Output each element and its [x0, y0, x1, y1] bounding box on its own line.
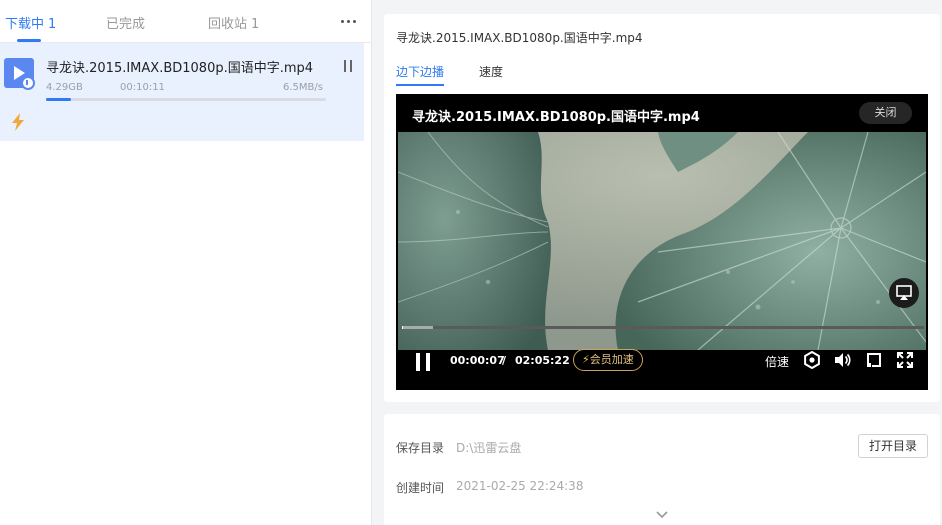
video-frame[interactable]	[398, 132, 926, 350]
cast-screen-button[interactable]	[889, 278, 919, 308]
created-time-label: 创建时间	[396, 481, 445, 495]
playback-card: 寻龙诀.2015.IMAX.BD1080p.国语中字.mp4 边下边播 速度 寻…	[384, 14, 940, 402]
vip-accelerate-button[interactable]: ⚡会员加速	[573, 349, 643, 371]
settings-icon[interactable]	[803, 351, 821, 369]
pause-download-button[interactable]	[343, 60, 355, 74]
tab-count: 1	[251, 17, 260, 32]
close-player-button[interactable]: 关闭	[859, 102, 912, 124]
download-progress-bar	[46, 98, 326, 101]
seek-buffered	[402, 326, 434, 329]
lightning-icon: ⚡	[582, 353, 590, 366]
volume-icon[interactable]	[833, 351, 851, 369]
tab-completed[interactable]: 已完成	[106, 13, 149, 32]
picture-in-picture-icon[interactable]	[865, 351, 883, 369]
tab-label: 已完成	[106, 17, 146, 32]
fullscreen-icon[interactable]	[896, 351, 914, 369]
tab-recycle-bin[interactable]: 回收站 1	[208, 13, 259, 32]
time-separator: /	[502, 354, 507, 367]
more-options-icon[interactable]	[339, 12, 359, 30]
tab-speed[interactable]: 速度	[479, 63, 503, 80]
video-player[interactable]: 寻龙诀.2015.IMAX.BD1080p.国语中字.mp4 关闭 00:00:…	[396, 94, 928, 390]
download-file-name: 寻龙诀.2015.IMAX.BD1080p.国语中字.mp4	[46, 61, 314, 76]
save-directory-label: 保存目录	[396, 441, 445, 455]
download-speed: 6.5MB/s	[283, 82, 323, 93]
video-file-icon	[4, 58, 35, 90]
lightning-icon[interactable]	[11, 113, 25, 131]
download-remaining-time: 00:10:11	[120, 82, 165, 93]
open-directory-button[interactable]: 打开目录	[858, 434, 928, 458]
active-tab-underline	[17, 39, 41, 42]
detail-title: 寻龙诀.2015.IMAX.BD1080p.国语中字.mp4	[396, 31, 643, 45]
tab-label: 回收站	[208, 17, 248, 32]
lotus-leaf-scene	[398, 132, 926, 350]
seek-played	[402, 326, 403, 329]
file-info-card: 保存目录 D:\迅雷云盘 打开目录 创建时间 2021-02-25 22:24:…	[384, 414, 940, 525]
chevron-down-icon[interactable]	[656, 510, 668, 520]
player-title: 寻龙诀.2015.IMAX.BD1080p.国语中字.mp4	[412, 110, 700, 125]
created-time-value: 2021-02-25 22:24:38	[456, 479, 584, 493]
vip-label: 会员加速	[589, 353, 634, 366]
seek-bar[interactable]	[402, 326, 924, 329]
tab-label: 下载中	[5, 17, 45, 32]
save-directory-value: D:\迅雷云盘	[456, 441, 522, 455]
active-tab-underline	[396, 84, 444, 86]
download-item[interactable]: 寻龙诀.2015.IMAX.BD1080p.国语中字.mp4 4.29GB 00…	[0, 43, 364, 141]
download-list-panel: 下载中 1 已完成 回收站 1 寻龙诀.2015.IMAX.BD1080p.国语中字…	[0, 0, 372, 525]
cast-icon	[896, 285, 912, 300]
status-tabs: 下载中 1 已完成 回收站 1	[0, 0, 372, 43]
total-time: 02:05:22	[515, 354, 570, 367]
tab-play-while-download[interactable]: 边下边播	[396, 63, 444, 80]
download-size: 4.29GB	[46, 82, 83, 93]
current-time: 00:00:07	[450, 354, 505, 367]
tab-downloading[interactable]: 下载中 1	[5, 13, 56, 32]
tab-count: 1	[48, 17, 57, 32]
download-progress-fill	[46, 98, 72, 101]
playback-speed-button[interactable]: 倍速	[765, 353, 789, 370]
pause-icon[interactable]	[416, 353, 432, 371]
